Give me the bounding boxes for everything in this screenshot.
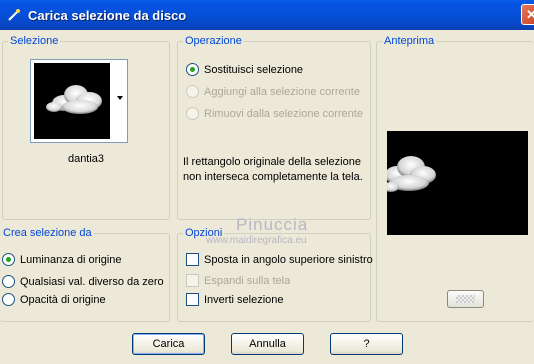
radio-label: Opacità di origine: [20, 293, 106, 306]
watermark-url: www.maidiregrafica.eu: [206, 235, 307, 246]
radio-opacita[interactable]: Opacità di origine: [2, 293, 106, 306]
checkbox-label: Inverti selezione: [204, 293, 284, 306]
checkbox-sposta[interactable]: Sposta in angolo superiore sinistro: [186, 253, 373, 266]
checkbox[interactable]: [186, 253, 199, 266]
anteprima-label: Anteprima: [382, 34, 437, 48]
radio-label: Rimuovi dalla selezione corrente: [204, 107, 363, 120]
radio-label: Sostituisci selezione: [204, 63, 304, 76]
preview-background-button[interactable]: [447, 290, 484, 308]
radio-button[interactable]: [2, 253, 15, 266]
checkbox-inverti[interactable]: Inverti selezione: [186, 293, 284, 306]
radio-qualsiasi[interactable]: Qualsiasi val. diverso da zero: [2, 275, 164, 288]
radio-luminanza[interactable]: Luminanza di origine: [2, 253, 122, 266]
help-button[interactable]: ?: [330, 333, 403, 355]
checkbox-label: Espandi sulla tela: [204, 274, 291, 287]
preview-image: [383, 131, 528, 235]
cancel-button[interactable]: Annulla: [231, 333, 304, 355]
checkbox-espandi: Espandi sulla tela: [186, 274, 290, 287]
radio-button: [186, 85, 199, 98]
checkbox[interactable]: [186, 293, 199, 306]
close-icon: ✕: [526, 6, 534, 22]
radio-sostituisci[interactable]: Sostituisci selezione: [186, 63, 303, 76]
watermark-name: Pinuccia: [236, 215, 309, 234]
warning-message-line2: non interseca completamente la tela.: [183, 171, 363, 183]
radio-label: Aggiungi alla selezione corrente: [204, 85, 360, 98]
crea-label: Crea selezione da: [1, 226, 94, 240]
window-title: Carica selezione da disco: [28, 7, 187, 23]
warning-message-line1: Il rettangolo originale della selezione: [183, 156, 361, 168]
selection-picker[interactable]: [30, 59, 128, 143]
radio-button: [186, 107, 199, 120]
radio-aggiungi: Aggiungi alla selezione corrente: [186, 85, 360, 98]
radio-button[interactable]: [2, 293, 15, 306]
radio-rimuovi: Rimuovi dalla selezione corrente: [186, 107, 363, 120]
selection-name: dantia3: [67, 153, 105, 165]
radio-label: Qualsiasi val. diverso da zero: [20, 275, 164, 288]
checkerboard-icon: [456, 295, 475, 303]
checkbox-label: Sposta in angolo superiore sinistro: [204, 253, 373, 266]
app-icon: [6, 7, 22, 23]
operazione-label: Operazione: [183, 34, 244, 48]
checkbox: [186, 274, 199, 287]
load-button[interactable]: Carica: [132, 333, 205, 355]
chevron-down-icon[interactable]: [117, 96, 123, 100]
selezione-label: Selezione: [8, 34, 61, 48]
radio-label: Luminanza di origine: [20, 253, 122, 266]
radio-button[interactable]: [2, 275, 15, 288]
close-button[interactable]: ✕: [521, 4, 534, 25]
selection-thumbnail: [34, 63, 110, 139]
title-bar[interactable]: Carica selezione da disco ✕: [0, 0, 534, 30]
radio-button[interactable]: [186, 63, 199, 76]
